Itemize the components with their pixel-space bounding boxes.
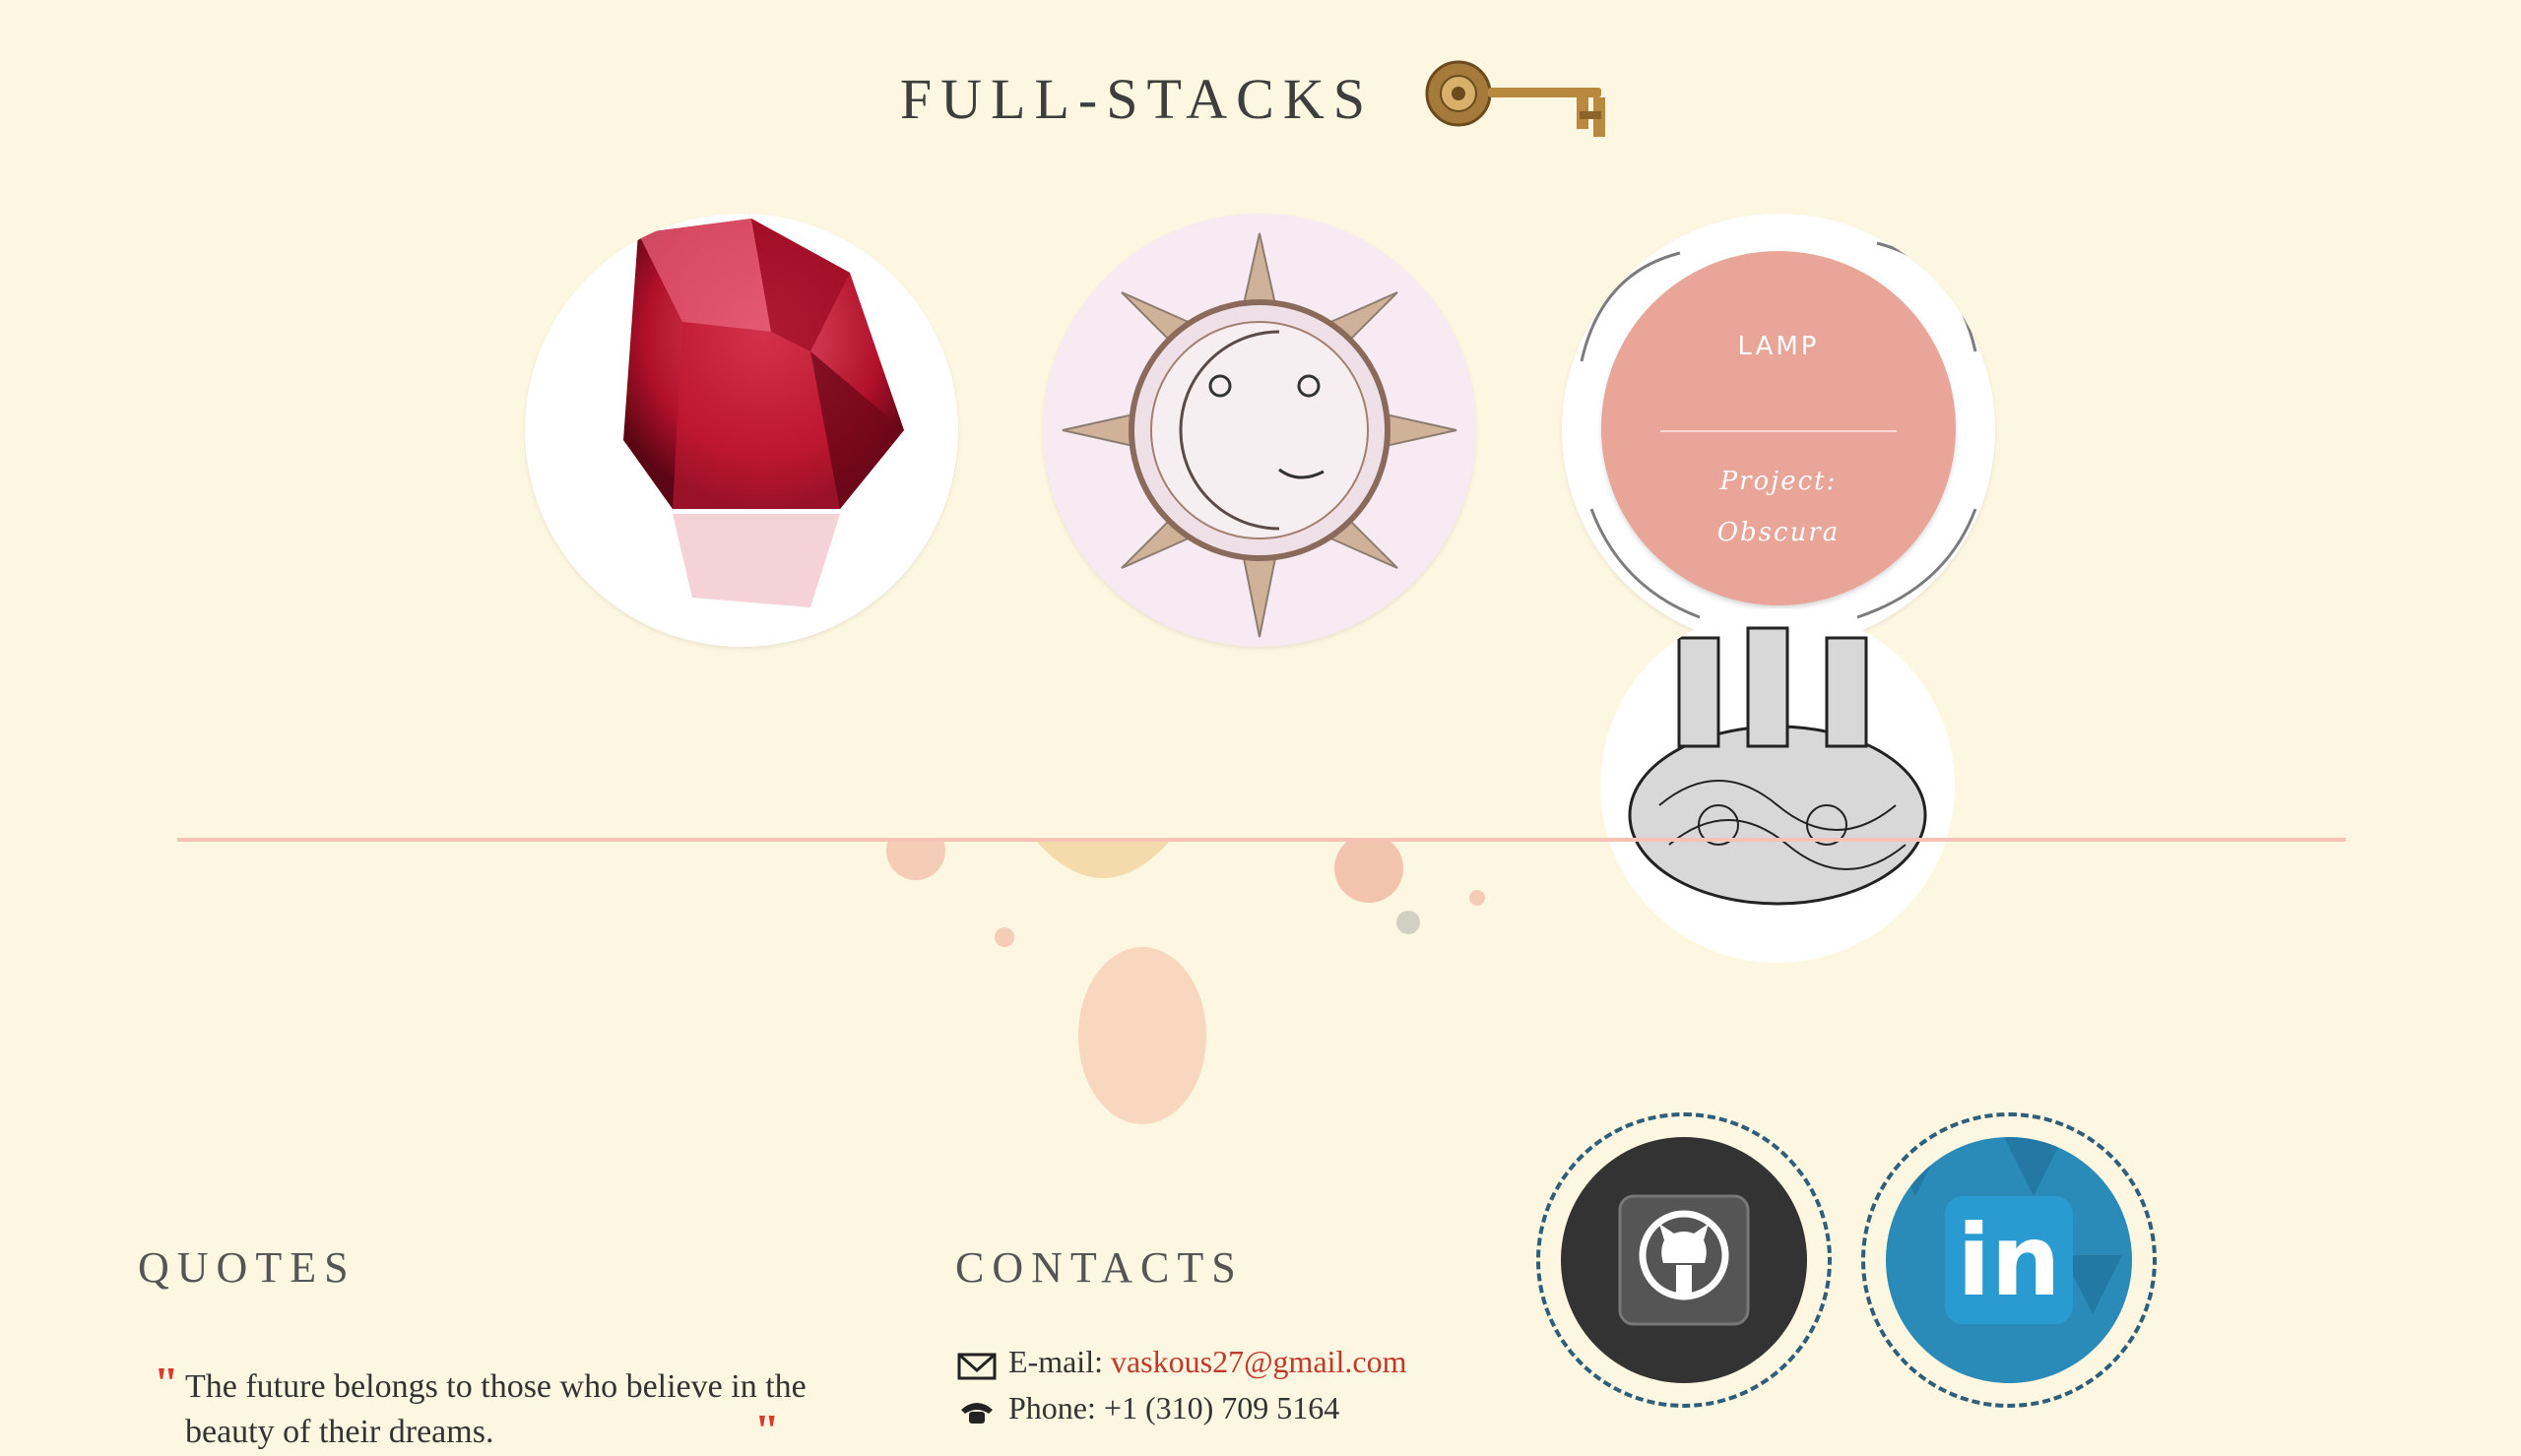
phone-icon: [961, 1403, 993, 1424]
github-icon: [1561, 1137, 1807, 1383]
elephant-image-2[interactable]: [1600, 608, 1955, 963]
background-ornament: [886, 839, 1485, 1124]
contact-email: E-mail: vaskous27@gmail.com: [1008, 1344, 1407, 1379]
github-link[interactable]: [1536, 1112, 1832, 1408]
project-subtitle: Project: Obscura: [1716, 467, 1841, 547]
quote-text: The future belongs to those who believe …: [185, 1368, 807, 1450]
site-title[interactable]: FULL-STACKS: [900, 66, 1374, 132]
quote-close-icon: ": [754, 1405, 780, 1455]
section-divider: [177, 838, 2346, 842]
ruby-gem-image[interactable]: [525, 214, 958, 647]
contacts-heading: CONTACTS: [955, 1243, 1244, 1292]
project-overlay[interactable]: LAMP Project: Obscura: [1601, 251, 1956, 605]
linkedin-label: in: [1957, 1203, 2060, 1318]
key-icon: [1425, 60, 1606, 137]
overlay-divider: [1660, 430, 1897, 432]
phone-number[interactable]: +1 (310) 709 5164: [1104, 1390, 1339, 1425]
sun-moon-image[interactable]: [1043, 214, 1476, 647]
email-icon: [957, 1353, 997, 1380]
linkedin-icon: in: [1886, 1137, 2132, 1383]
linkedin-link[interactable]: in: [1861, 1112, 2157, 1408]
site-header: FULL-STACKS: [0, 54, 2521, 143]
quotes-heading: QUOTES: [138, 1243, 356, 1292]
quote-open-icon: ": [154, 1358, 179, 1408]
project-title: LAMP: [1737, 332, 1820, 361]
email-link[interactable]: vaskous27@gmail.com: [1111, 1344, 1407, 1379]
contact-phone: Phone: +1 (310) 709 5164: [1008, 1390, 1340, 1425]
